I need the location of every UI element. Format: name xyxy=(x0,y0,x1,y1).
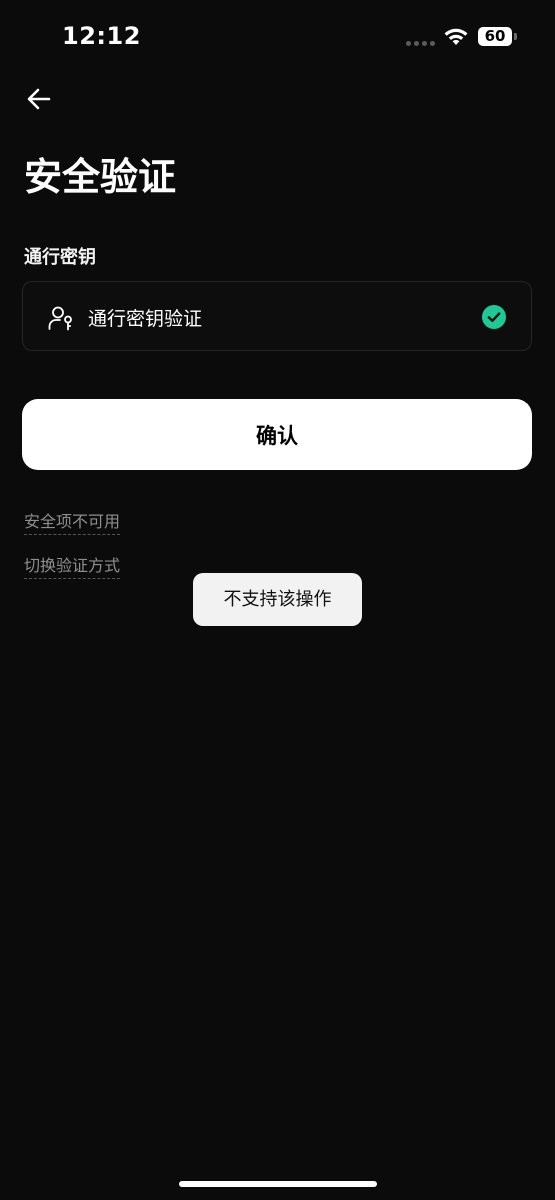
passkey-option-label: 通行密钥验证 xyxy=(88,308,203,330)
back-button[interactable] xyxy=(22,82,56,116)
battery-cap xyxy=(514,33,517,40)
toast-message: 不支持该操作 xyxy=(193,573,362,626)
check-circle-icon xyxy=(482,305,506,329)
security-item-unavailable-link[interactable]: 安全项不可用 xyxy=(24,508,121,535)
status-bar: 12:12 60 xyxy=(0,0,555,70)
passkey-user-icon xyxy=(48,306,72,331)
passkey-option[interactable]: 通行密钥验证 xyxy=(22,281,532,351)
home-indicator[interactable] xyxy=(179,1181,377,1187)
arrow-left-icon xyxy=(27,88,51,110)
section-label-passkey: 通行密钥 xyxy=(24,247,96,268)
page-title: 安全验证 xyxy=(24,155,177,199)
wifi-icon xyxy=(444,28,468,45)
switch-verification-link[interactable]: 切换验证方式 xyxy=(24,552,121,579)
status-time: 12:12 xyxy=(62,22,141,50)
confirm-button[interactable]: 确认 xyxy=(22,399,532,470)
signal-icon xyxy=(406,41,435,46)
battery-icon: 60 xyxy=(478,27,512,46)
